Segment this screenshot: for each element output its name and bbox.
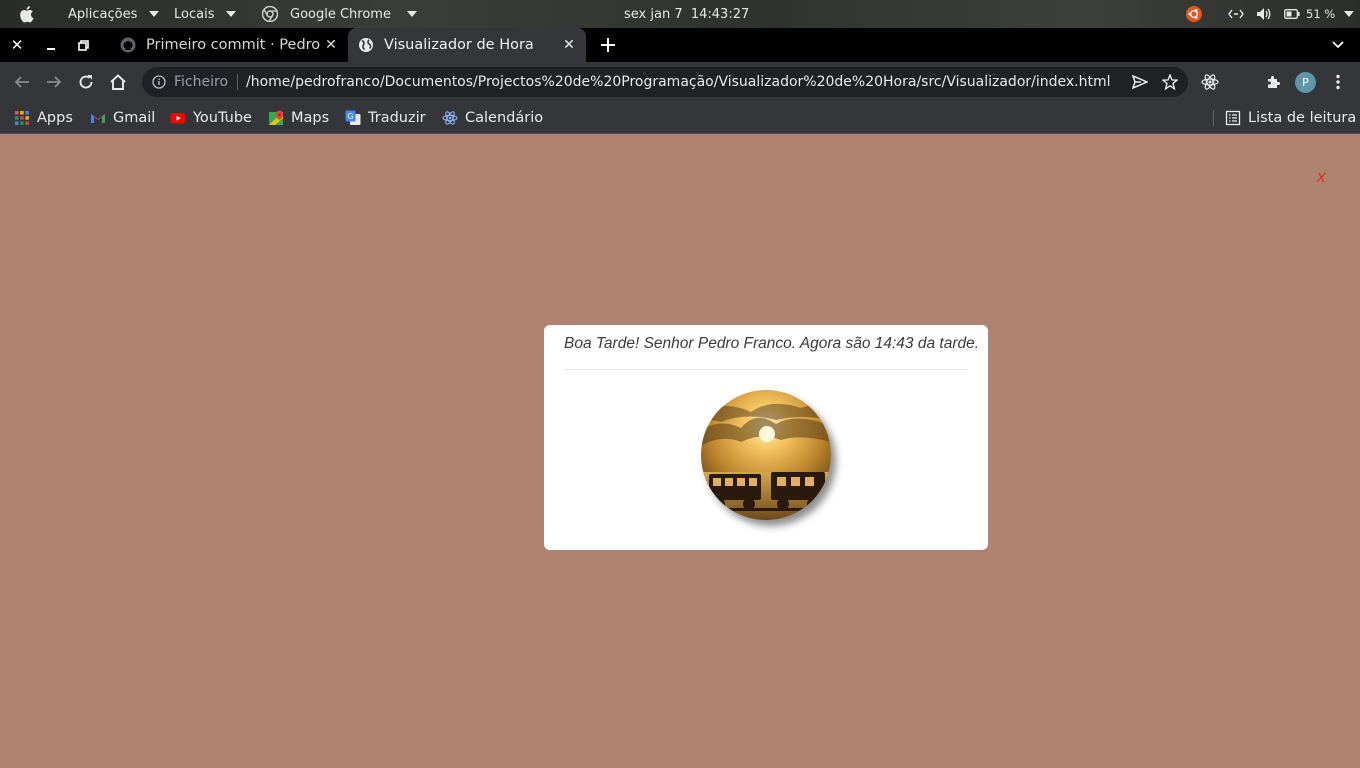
chevron-down-icon: [1344, 11, 1355, 17]
react-devtools-extension[interactable]: [1196, 68, 1224, 96]
divider: [1213, 110, 1214, 126]
tab-strip: ✕ Primeiro commit · PedroFr ✕ Visualizad…: [0, 28, 1360, 62]
system-top-bar: Aplicações Locais Google Chrome sex jan …: [0, 0, 1360, 28]
arrow-left-icon: [14, 76, 29, 88]
gmail-icon: [91, 114, 105, 123]
close-button[interactable]: x: [1317, 167, 1326, 187]
home-icon: [110, 74, 126, 90]
bookmark-youtube[interactable]: YouTube: [170, 102, 252, 134]
globe-icon: [359, 38, 373, 52]
github-icon: [120, 37, 136, 53]
tab-close-icon[interactable]: ✕: [558, 37, 580, 53]
reading-list-label: Lista de leitura: [1248, 110, 1357, 126]
translate-icon: G: [345, 110, 361, 125]
chevron-down-icon: [226, 11, 237, 17]
tab-visualizador-de-hora[interactable]: Visualizador de Hora ✕: [348, 28, 586, 62]
tab-title: Visualizador de Hora: [384, 37, 534, 53]
reload-button[interactable]: [72, 68, 100, 96]
browser-toolbar: Ficheiro /home/pedrofranco/Documentos/Pr…: [0, 62, 1360, 102]
apps-grid-icon: [15, 111, 29, 125]
bookmark-label: Calendário: [465, 110, 544, 126]
bookmark-translate[interactable]: G Traduzir: [345, 102, 426, 134]
bookmark-label: YouTube: [193, 110, 252, 126]
places-label: Locais: [174, 6, 215, 22]
applications-label: Aplicações: [68, 6, 138, 22]
tab-title: Primeiro commit · PedroFr: [146, 37, 320, 53]
scheme-label: Ficheiro: [174, 74, 229, 90]
url-text[interactable]: /home/pedrofranco/Documentos/Projectos%2…: [246, 74, 1132, 90]
bookmark-label: Gmail: [113, 110, 156, 126]
forward-button[interactable]: [40, 68, 68, 96]
reading-list-button[interactable]: Lista de leitura: [1225, 102, 1356, 134]
bookmark-label: Apps: [37, 110, 73, 126]
tab-close-icon[interactable]: ✕: [320, 37, 342, 53]
ubuntu-icon[interactable]: [1186, 0, 1202, 28]
send-icon[interactable]: [1132, 75, 1148, 89]
volume-icon[interactable]: [1256, 0, 1272, 28]
puzzle-icon: [1268, 76, 1280, 88]
bookmark-apps[interactable]: Apps: [14, 102, 73, 134]
page-content: x Boa Tarde! Senhor Pedro Franco. Agora …: [0, 135, 1360, 768]
time-card: Boa Tarde! Senhor Pedro Franco. Agora sã…: [544, 325, 988, 550]
bookmark-maps[interactable]: Maps: [268, 102, 329, 134]
info-icon[interactable]: [152, 75, 166, 89]
react-icon: [442, 111, 458, 125]
arrow-right-icon: [47, 76, 62, 88]
chevron-down-icon: [149, 11, 160, 17]
tab-github-commit[interactable]: Primeiro commit · PedroFr ✕: [110, 28, 348, 62]
home-button[interactable]: [104, 68, 132, 96]
chevron-down-icon: [406, 11, 417, 17]
divider: [564, 369, 968, 370]
reading-list-icon: [1225, 110, 1241, 126]
plus-icon: [601, 38, 615, 52]
chevron-down-icon: [1332, 41, 1344, 49]
afternoon-photo: [701, 390, 831, 520]
bookmarks-bar: Apps Gmail YouTube Maps G Traduzir Calen…: [0, 102, 1360, 134]
clock[interactable]: sex jan 7 14:43:27: [624, 0, 749, 28]
applications-menu[interactable]: Aplicações: [68, 0, 160, 28]
chrome-icon: [262, 6, 278, 22]
apple-menu-icon[interactable]: [18, 0, 34, 28]
app-menu[interactable]: Google Chrome: [262, 0, 417, 28]
profile-avatar[interactable]: P: [1295, 72, 1316, 93]
bookmark-calendar[interactable]: Calendário: [442, 102, 543, 134]
address-bar[interactable]: Ficheiro /home/pedrofranco/Documentos/Pr…: [142, 67, 1188, 97]
youtube-icon: [170, 113, 186, 124]
more-vertical-icon: [1336, 74, 1340, 90]
star-icon[interactable]: [1162, 74, 1178, 90]
back-button[interactable]: [8, 68, 36, 96]
tab-search-button[interactable]: [1322, 28, 1354, 62]
bookmark-label: Traduzir: [368, 110, 426, 126]
battery-percentage: 51 %: [1306, 7, 1336, 21]
places-menu[interactable]: Locais: [174, 0, 237, 28]
battery-indicator[interactable]: 51 %: [1284, 0, 1355, 28]
extensions-button[interactable]: [1260, 68, 1288, 96]
divider: [237, 74, 239, 90]
svg-text:G: G: [347, 112, 353, 121]
greeting-text: Boa Tarde! Senhor Pedro Franco. Agora sã…: [564, 335, 980, 352]
window-restore-button[interactable]: [67, 28, 99, 62]
bookmark-label: Maps: [291, 110, 330, 126]
bookmark-gmail[interactable]: Gmail: [90, 102, 155, 134]
window-minimize-button[interactable]: [35, 28, 67, 62]
clock-text: sex jan 7 14:43:27: [624, 6, 750, 22]
new-tab-button[interactable]: [592, 28, 624, 62]
minimize-icon: [47, 48, 55, 50]
app-label: Google Chrome: [290, 6, 391, 22]
window-close-button[interactable]: ✕: [1, 28, 33, 62]
battery-icon: [1284, 9, 1300, 19]
restore-icon: [77, 39, 89, 51]
network-icon[interactable]: [1228, 0, 1244, 28]
maps-icon: [269, 110, 284, 125]
react-icon: [1201, 74, 1219, 90]
chrome-menu-button[interactable]: [1324, 68, 1352, 96]
reload-icon: [79, 75, 93, 89]
